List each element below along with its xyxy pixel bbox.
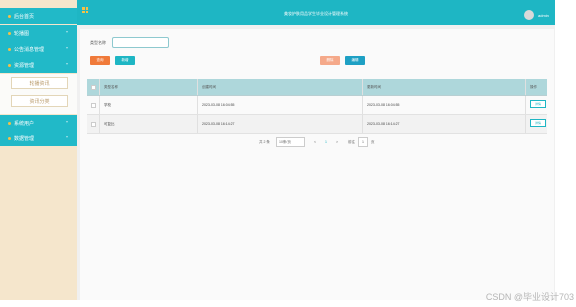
avatar[interactable] — [524, 10, 534, 20]
menu-dot-icon — [8, 14, 11, 18]
sidebar-item-resources[interactable]: 资源管理 — [0, 57, 77, 73]
sidebar-item-label: 数据管理 — [14, 135, 35, 142]
filter-label: 类型名称 — [90, 40, 106, 45]
prev-page-button[interactable]: < — [314, 137, 316, 147]
submenu: 轮播资讯 资讯分类 — [0, 74, 77, 114]
cell-type-name: 学校 — [104, 102, 111, 107]
menu-dot-icon — [8, 121, 11, 125]
menu-dot-icon — [8, 31, 11, 35]
row-checkbox[interactable] — [91, 115, 96, 133]
menu-dot-icon — [8, 63, 11, 67]
select-all-checkbox[interactable] — [91, 79, 96, 95]
edit-button[interactable]: 编辑 — [345, 56, 365, 65]
cell-created: 2023-03-08 16:14:27 — [202, 122, 235, 126]
next-page-button[interactable]: > — [336, 137, 338, 147]
sidebar-item-home[interactable]: 后台首页 — [0, 8, 77, 24]
cell-type-name: 可复比 — [104, 121, 115, 126]
sidebar-item-system-users[interactable]: 系统用户 — [0, 115, 77, 131]
chevron-down-icon — [66, 31, 68, 33]
menu-dot-icon — [8, 47, 11, 51]
column-header: 创建时间 — [202, 84, 216, 89]
goto-page-input[interactable]: 1 — [358, 137, 368, 147]
data-table: 类型名称 创建时间 更新时间 操作 学校 2023-03-08 16:04:55… — [87, 79, 547, 134]
add-button[interactable]: 新增 — [115, 56, 135, 65]
chevron-down-icon — [66, 47, 68, 49]
sidebar-item-label: 系统用户 — [14, 120, 35, 127]
chevron-down-icon — [66, 136, 68, 138]
watermark: CSDN @毕业设计703 — [485, 292, 574, 302]
sidebar-item-label: 轮播图 — [14, 30, 30, 37]
username[interactable]: admin — [538, 13, 549, 18]
column-header: 类型名称 — [104, 84, 118, 89]
sidebar-item-carousel[interactable]: 轮播图 — [0, 25, 77, 41]
delete-button[interactable]: 删除 — [320, 56, 340, 65]
sidebar: 后台首页 轮播图 公告消息管理 资源管理 轮播资讯 资讯分类 系统用户 数据管理 — [0, 0, 77, 300]
page-suffix: 页 — [371, 139, 375, 144]
sidebar-item-notice[interactable]: 公告消息管理 — [0, 41, 77, 57]
submenu-item-news-category[interactable]: 资讯分类 — [11, 95, 68, 107]
column-header: 操作 — [530, 84, 537, 89]
chevron-down-icon — [66, 121, 68, 123]
table-row[interactable]: 学校 2023-03-08 16:04:55 2023-03-08 16:04:… — [87, 96, 547, 115]
pagination: 共 2 条 10条/页 < 1 > 前往 1 页 — [80, 137, 554, 147]
submenu-item-news[interactable]: 轮播资讯 — [11, 77, 68, 89]
column-header: 更新时间 — [367, 84, 381, 89]
sidebar-item-label: 资源管理 — [14, 62, 35, 69]
chevron-down-icon — [66, 63, 68, 65]
sidebar-item-label: 公告消息管理 — [14, 46, 45, 53]
page-size-select[interactable]: 10条/页 — [276, 137, 305, 147]
cell-updated: 2023-03-08 16:14:27 — [367, 122, 400, 126]
detail-button[interactable]: 详情 — [530, 100, 546, 108]
goto-label: 前往 — [348, 139, 355, 144]
total-count: 共 2 条 — [259, 139, 270, 144]
detail-button[interactable]: 详情 — [530, 119, 546, 127]
cell-updated: 2023-03-08 16:04:55 — [367, 103, 400, 107]
menu-dot-icon — [8, 136, 11, 140]
table-header: 类型名称 创建时间 更新时间 操作 — [87, 79, 547, 96]
page-number[interactable]: 1 — [325, 137, 327, 147]
type-name-input[interactable] — [112, 37, 169, 48]
cell-created: 2023-03-08 16:04:55 — [202, 103, 235, 107]
query-button[interactable]: 查询 — [90, 56, 110, 65]
sidebar-item-label: 后台首页 — [14, 13, 35, 20]
row-checkbox[interactable] — [91, 96, 96, 114]
main-panel: 类型名称 查询 新增 删除 编辑 类型名称 创建时间 更新时间 操作 学校 20… — [80, 29, 554, 300]
app-window: 后台首页 轮播图 公告消息管理 资源管理 轮播资讯 资讯分类 系统用户 数据管理… — [0, 0, 555, 300]
app-title: 美妆护肤用品学生毕业设计管理系统 — [284, 11, 348, 16]
sidebar-item-data[interactable]: 数据管理 — [0, 130, 77, 146]
top-bar: 美妆护肤用品学生毕业设计管理系统 admin — [77, 0, 555, 25]
table-row[interactable]: 可复比 2023-03-08 16:14:27 2023-03-08 16:14… — [87, 115, 547, 134]
